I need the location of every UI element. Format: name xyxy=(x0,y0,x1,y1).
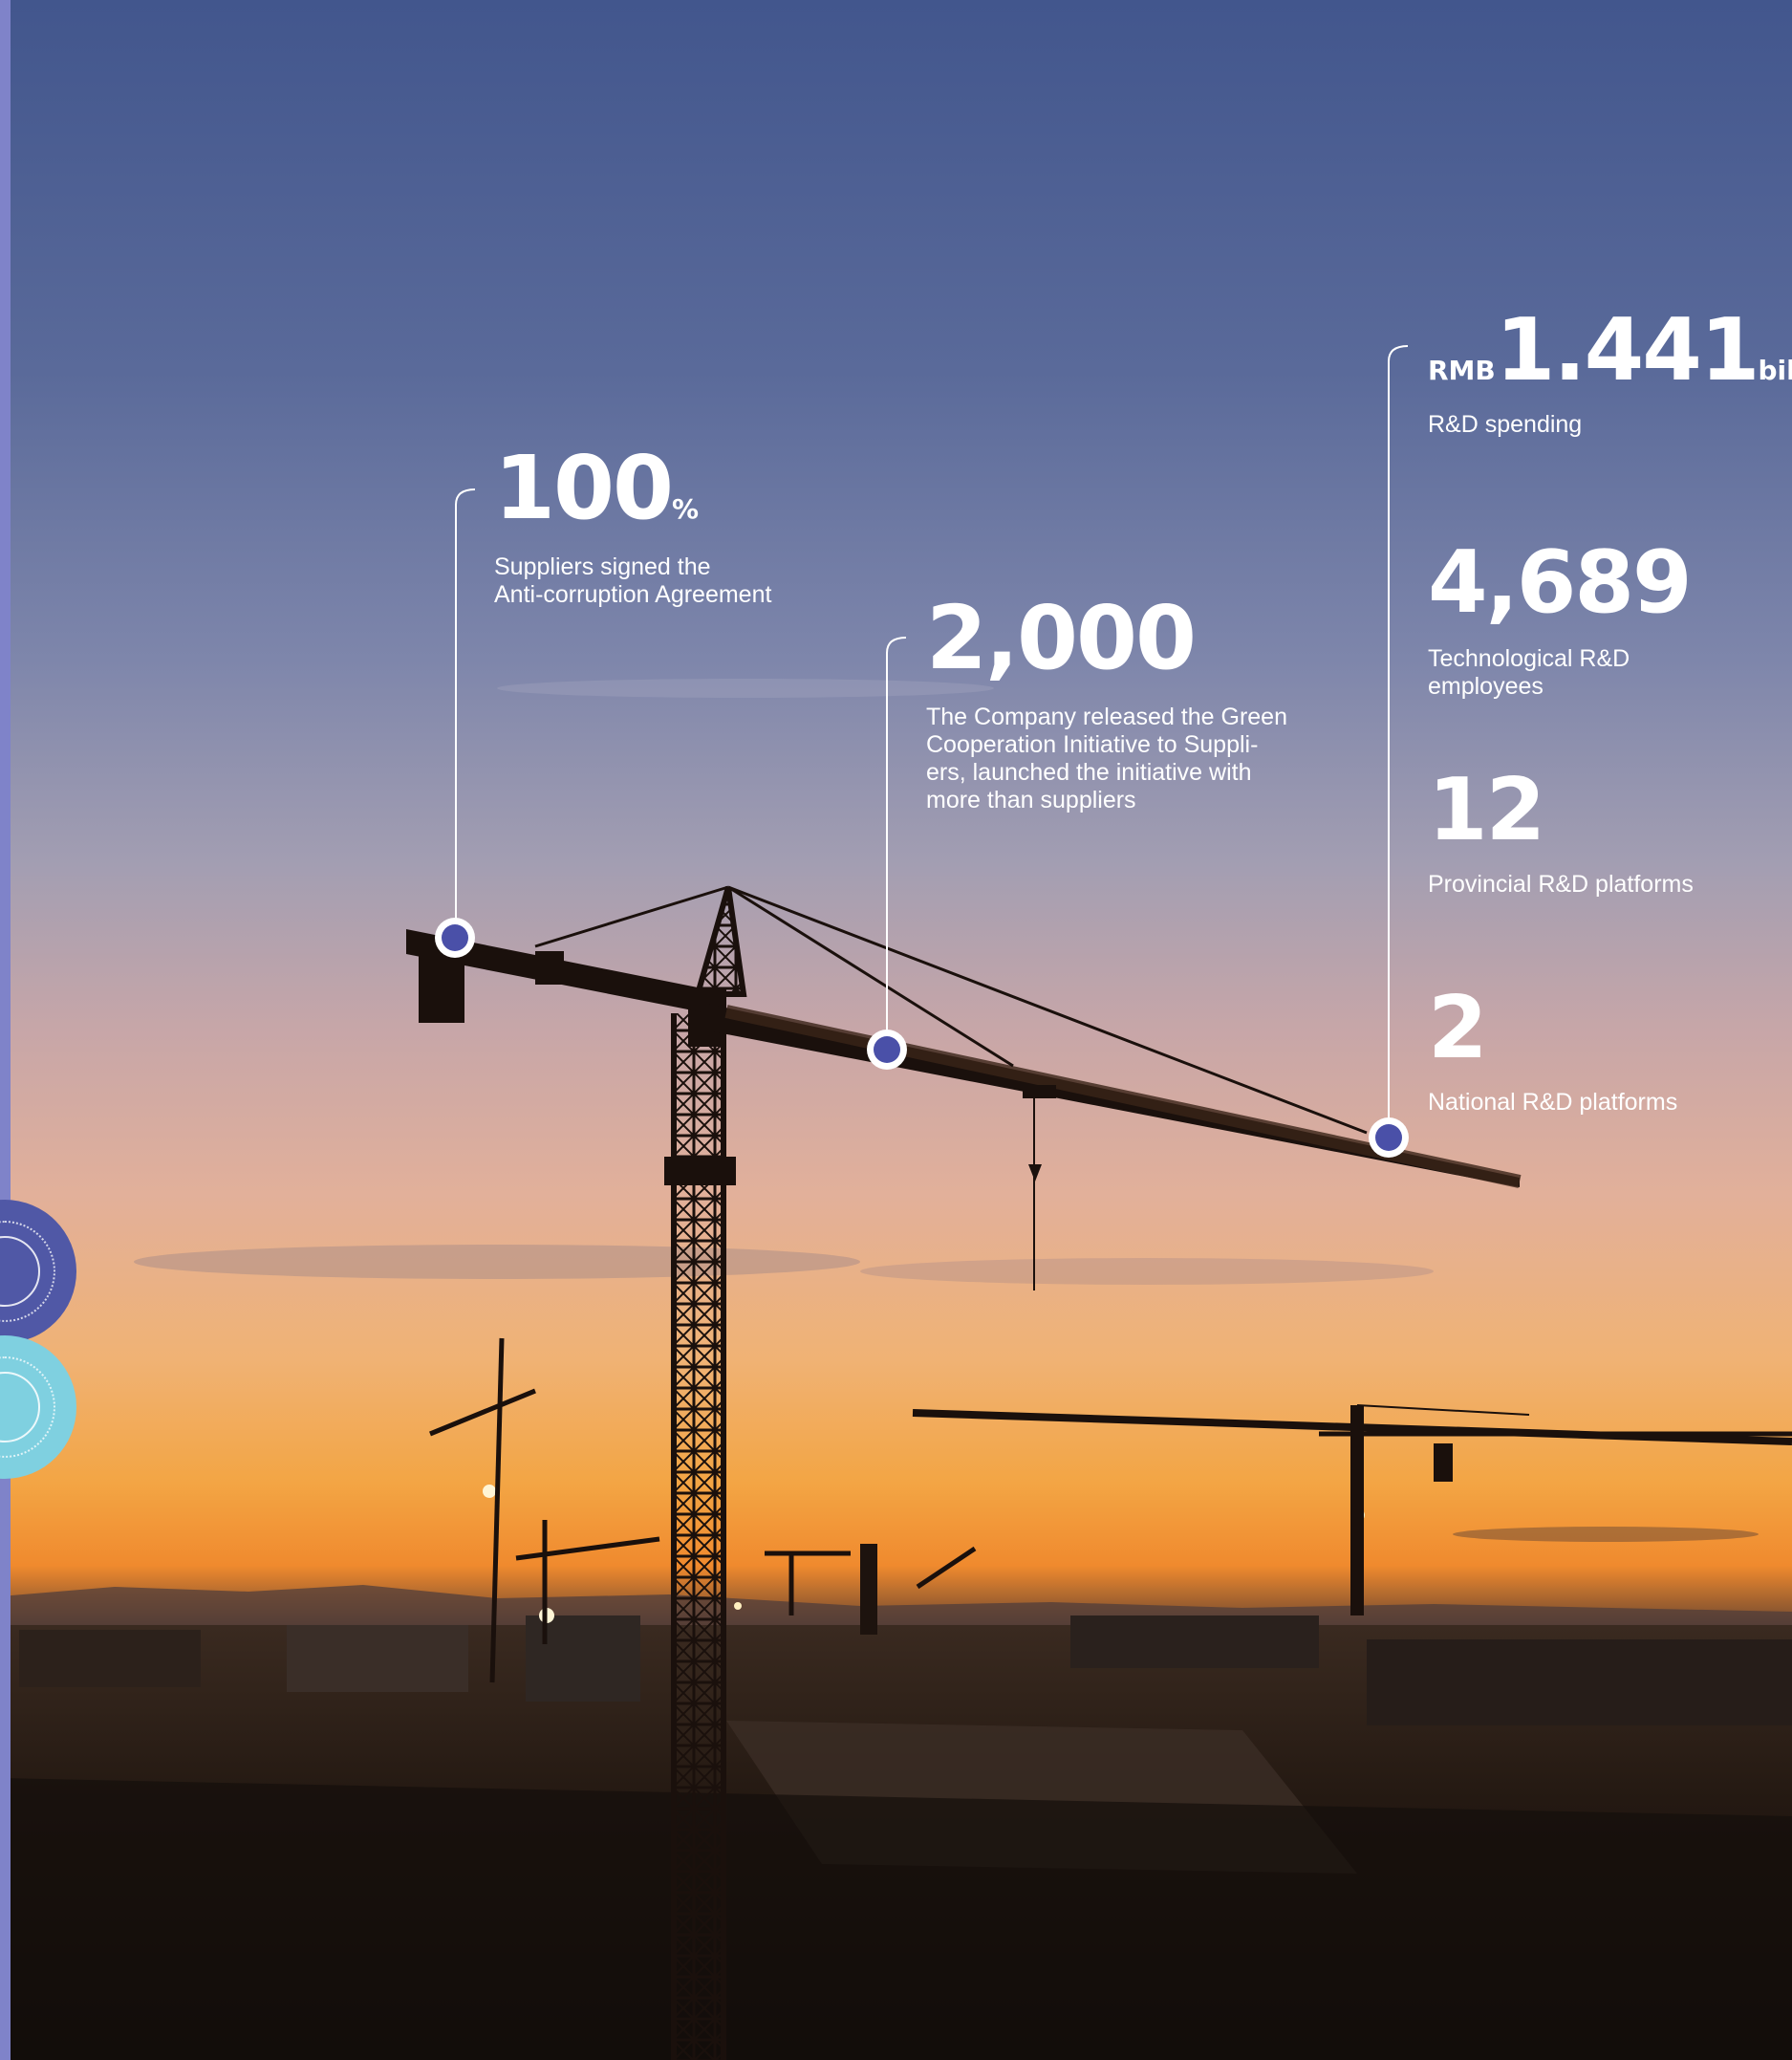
page-edge-strip xyxy=(0,0,11,2060)
stat-desc: Provincial R&D platforms xyxy=(1428,871,1694,898)
stat-value: 100 xyxy=(494,437,674,539)
stat-desc-line: more than suppliers xyxy=(926,787,1136,813)
stat-desc-line: Cooperation Initiative to Suppli- xyxy=(926,731,1259,758)
stat-desc-line: ers, launched the initiative with xyxy=(926,759,1252,786)
stat-desc: R&D spending xyxy=(1428,411,1583,438)
stat-suffix: billion xyxy=(1758,355,1792,386)
stat-value: 4,689 xyxy=(1428,532,1693,633)
stat-desc: National R&D platforms xyxy=(1428,1089,1678,1116)
stat-value: 2,000 xyxy=(926,587,1197,689)
stat-value: 2 xyxy=(1428,978,1488,1078)
stat-desc-line: Anti-corruption Agreement xyxy=(494,581,772,608)
stat-desc-line: The Company released the Green xyxy=(926,704,1287,730)
stat-value: 1.441 xyxy=(1495,300,1760,401)
stat-desc-line: Technological R&D xyxy=(1428,645,1630,672)
stat-provincial-platforms: 12 Provincial R&D platforms xyxy=(1428,768,1694,899)
stat-desc-line: Suppliers signed the xyxy=(494,553,711,580)
stat-green-initiative: 2,000 The Company released the Green Coo… xyxy=(926,595,1287,814)
marker-suppliers xyxy=(435,918,475,958)
stat-prefix: RMB xyxy=(1428,355,1496,386)
marker-green-initiative xyxy=(867,1030,907,1070)
stat-rd-spending: RMB1.441billion R&D spending xyxy=(1428,308,1792,439)
stat-desc-line: employees xyxy=(1428,673,1544,700)
marker-rd xyxy=(1369,1117,1409,1158)
stat-national-platforms: 2 National R&D platforms xyxy=(1428,986,1677,1117)
stat-unit: % xyxy=(672,493,700,525)
stat-rd-employees: 4,689 Technological R&D employees xyxy=(1428,540,1693,701)
stat-value: 12 xyxy=(1428,760,1545,860)
stat-suppliers-anticorruption: 100% Suppliers signed the Anti-corruptio… xyxy=(494,445,771,609)
